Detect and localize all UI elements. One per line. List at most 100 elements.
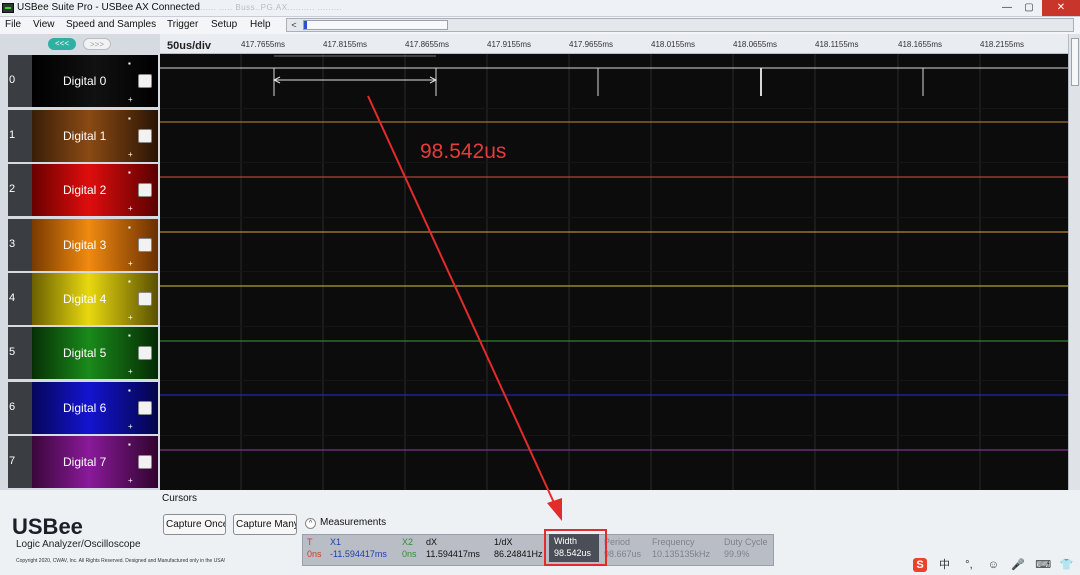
channel-enable-checkbox[interactable]: [138, 238, 152, 252]
timebase-label: 50us/div: [167, 40, 212, 52]
time-tick-label: 417.9155ms: [487, 40, 532, 49]
app-icon: [2, 3, 14, 13]
vertical-scroll-thumb[interactable]: [1071, 38, 1079, 86]
product-tagline: Logic Analyzer/Oscilloscope: [16, 539, 141, 550]
time-tick-label: 418.0155ms: [651, 40, 696, 49]
channel-label: Digital 5: [63, 346, 107, 360]
maximize-button[interactable]: ▢: [1018, 0, 1040, 16]
channel-enable-checkbox[interactable]: [138, 292, 152, 306]
measure-frequency: Frequency 10.135135kHz: [652, 537, 711, 559]
channel-enable-checkbox[interactable]: [138, 129, 152, 143]
channel-enable-checkbox[interactable]: [138, 346, 152, 360]
channel-enable-checkbox[interactable]: [138, 183, 152, 197]
channel-0-trace: [160, 67, 1068, 96]
collapse-icon[interactable]: +: [128, 476, 133, 485]
time-ruler[interactable]: 50us/div 417.7655ms 417.8155ms 417.8655m…: [160, 34, 1068, 54]
keyboard-icon[interactable]: ⌨: [1035, 558, 1051, 572]
channel-enable-checkbox[interactable]: [138, 74, 152, 88]
scroll-thumb[interactable]: [303, 20, 448, 30]
menu-help[interactable]: Help: [250, 19, 271, 30]
time-tick-label: 418.1155ms: [815, 40, 859, 49]
waveform-canvas[interactable]: [160, 54, 1068, 490]
scroll-forward-button[interactable]: >>>: [83, 38, 111, 50]
channel-row-7: 7 ▪ Digital 7 +: [8, 436, 158, 488]
menu-setup[interactable]: Setup: [211, 19, 237, 30]
capture-once-button[interactable]: Capture Once: [163, 514, 226, 535]
time-scrollbar[interactable]: <: [286, 18, 1074, 32]
collapse-icon[interactable]: +: [128, 367, 133, 376]
channel-number: 1: [9, 129, 16, 141]
collapse-icon[interactable]: +: [128, 204, 133, 213]
copyright-text: Copyright 2020, CWAV, Inc. All Rights Re…: [16, 558, 226, 564]
collapse-icon[interactable]: +: [128, 150, 133, 159]
collapse-icon[interactable]: +: [128, 259, 133, 268]
channel-row-4: 4 ▪ Digital 4 +: [8, 273, 158, 325]
scroll-left-arrow-icon[interactable]: <: [287, 19, 301, 31]
chinese-input-icon[interactable]: 中: [937, 558, 951, 572]
channel-label: Digital 6: [63, 401, 107, 415]
time-tick-label: 417.7655ms: [241, 40, 286, 49]
close-button[interactable]: ✕: [1042, 0, 1080, 16]
time-tick-label: 417.8155ms: [323, 40, 368, 49]
width-marker: [272, 55, 438, 84]
channel-row-0: 0 ▪ Digital 0 +: [8, 55, 158, 107]
channel-label: Digital 4: [63, 292, 107, 306]
emoji-icon[interactable]: ☺: [986, 558, 1000, 572]
minimize-button[interactable]: —: [996, 0, 1018, 16]
measure-period: Period 98.667us: [604, 537, 642, 559]
expand-icon[interactable]: ▪: [128, 386, 131, 395]
channel-row-3: 3 ▪ Digital 3 +: [8, 219, 158, 271]
skin-icon[interactable]: 👕: [1060, 558, 1074, 572]
channel-number: 4: [9, 292, 16, 304]
menu-view[interactable]: View: [33, 19, 55, 30]
expand-icon[interactable]: ▪: [128, 168, 131, 177]
measurements-title: Measurements: [320, 517, 387, 528]
collapse-icon[interactable]: +: [128, 313, 133, 322]
menu-trigger[interactable]: Trigger: [167, 19, 198, 30]
expand-icon[interactable]: ▪: [128, 114, 131, 123]
measure-t: T 0ns: [307, 537, 322, 559]
channel-number: 0: [9, 74, 16, 86]
width-highlight-box: [544, 529, 607, 566]
time-tick-label: 417.9655ms: [569, 40, 614, 49]
vertical-scrollbar[interactable]: [1068, 34, 1080, 490]
time-tick-label: 418.0655ms: [733, 40, 778, 49]
channel-row-5: 5 ▪ Digital 5 +: [8, 327, 158, 379]
collapse-icon[interactable]: +: [128, 422, 133, 431]
title-bar: USBee Suite Pro - USBee AX Connected ...…: [0, 0, 1080, 17]
title-ghost-text: ...... ..... Buss..PG.AX.......... .....…: [200, 3, 343, 12]
punctuation-icon[interactable]: °,: [962, 558, 976, 572]
window-title: USBee Suite Pro - USBee AX Connected: [17, 2, 200, 13]
measurements-collapse-icon[interactable]: ^: [305, 518, 316, 529]
menu-speed-and-samples[interactable]: Speed and Samples: [66, 19, 156, 30]
channel-number: 2: [9, 183, 16, 195]
channel-label: Digital 7: [63, 455, 107, 469]
menu-file[interactable]: File: [5, 19, 21, 30]
waveform-display[interactable]: [160, 54, 1068, 490]
width-annotation: 98.542us: [420, 140, 507, 163]
scroll-back-button[interactable]: <<<: [48, 38, 76, 50]
channel-row-2: 2 ▪ Digital 2 +: [8, 164, 158, 216]
expand-icon[interactable]: ▪: [128, 59, 131, 68]
expand-icon[interactable]: ▪: [128, 277, 131, 286]
capture-many-button[interactable]: Capture Many: [233, 514, 297, 535]
channel-number: 5: [9, 346, 16, 358]
expand-icon[interactable]: ▪: [128, 331, 131, 340]
ime-icon[interactable]: S: [913, 557, 927, 572]
expand-icon[interactable]: ▪: [128, 223, 131, 232]
channel-enable-checkbox[interactable]: [138, 455, 152, 469]
channel-label: Digital 2: [63, 183, 107, 197]
collapse-icon[interactable]: +: [128, 95, 133, 104]
measure-inverse-dx: 1/dX 86.24841Hz: [494, 537, 543, 559]
measure-dx: dX 11.594417ms: [426, 537, 480, 559]
time-tick-label: 418.2155ms: [980, 40, 1025, 49]
expand-icon[interactable]: ▪: [128, 440, 131, 449]
channel-enable-checkbox[interactable]: [138, 401, 152, 415]
channel-label: Digital 1: [63, 129, 107, 143]
measure-duty-cycle: Duty Cycle 99.9%: [724, 537, 768, 559]
channel-row-1: 1 ▪ Digital 1 +: [8, 110, 158, 162]
microphone-icon[interactable]: 🎤: [1011, 558, 1025, 572]
usbee-logo: USBee: [12, 514, 83, 539]
measure-x1: X1 -11.594417ms: [330, 537, 387, 559]
channel-number: 7: [9, 455, 16, 467]
